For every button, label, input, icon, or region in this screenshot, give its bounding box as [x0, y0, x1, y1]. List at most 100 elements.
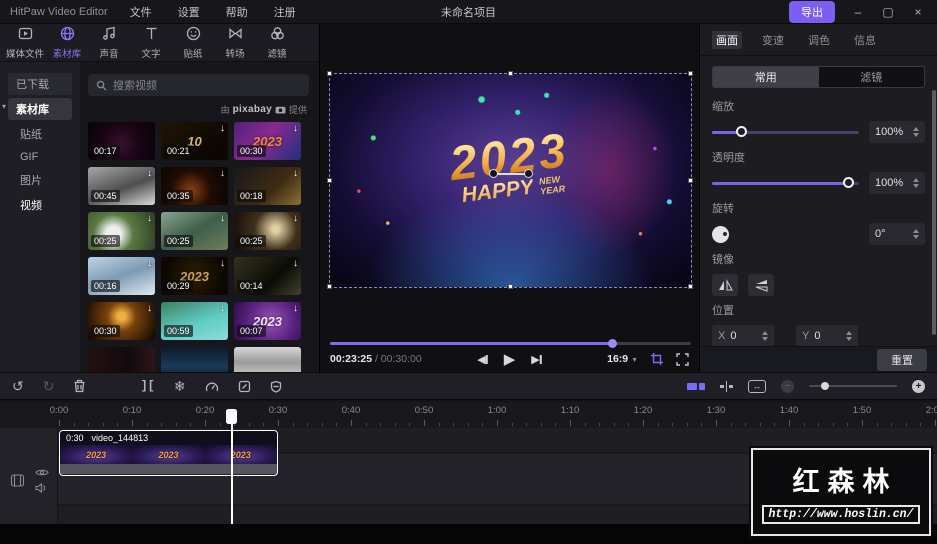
download-icon[interactable]: ↓: [147, 213, 152, 224]
video-thumbnail[interactable]: 10 ↓ 00:21: [161, 122, 228, 160]
maximize-button[interactable]: ▢: [881, 5, 895, 19]
menu-item-3[interactable]: 注册: [274, 4, 296, 20]
video-thumbnail-partial[interactable]: [88, 347, 155, 372]
eye-icon[interactable]: [34, 468, 49, 477]
undo-button[interactable]: ↺: [12, 379, 24, 393]
subtab-1[interactable]: 滤镜: [819, 67, 925, 87]
previous-frame-button[interactable]: ◀: [477, 353, 488, 366]
properties-tab-1[interactable]: 变速: [758, 31, 788, 49]
spinner-arrows-icon[interactable]: [846, 331, 852, 341]
download-icon[interactable]: ↓: [293, 123, 298, 134]
fit-timeline-button[interactable]: ↔: [748, 379, 766, 393]
mosaic-button[interactable]: [270, 380, 282, 393]
download-icon[interactable]: ↓: [147, 258, 152, 269]
video-thumbnail[interactable]: 2023 ↓ 00:29: [161, 257, 228, 295]
timeline-clip[interactable]: 0:30 video_144813 2023 2023 2023: [59, 430, 278, 476]
video-thumbnail[interactable]: 00:17: [88, 122, 155, 160]
track-view-toggle[interactable]: [686, 382, 705, 390]
spinner-arrows-icon[interactable]: [913, 229, 919, 239]
clip-transform-handles[interactable]: [488, 169, 533, 179]
flip-horizontal-button[interactable]: [712, 274, 738, 296]
timeline-zoom-in-button[interactable]: +: [912, 379, 925, 393]
tool-tab-media[interactable]: 媒体文件: [4, 24, 46, 61]
tool-tab-filter[interactable]: 滤镜: [256, 24, 298, 61]
timeline-zoom-out-button[interactable]: −: [781, 379, 794, 393]
video-thumbnail[interactable]: ↓ 00:30: [88, 302, 155, 340]
video-thumbnail[interactable]: ↓ 00:35: [161, 167, 228, 205]
transform-handle-right[interactable]: [523, 169, 533, 179]
delete-button[interactable]: [73, 379, 86, 393]
sidebar-item-5[interactable]: 视频: [16, 194, 72, 216]
video-thumbnail[interactable]: 2023 ↓ 00:07: [234, 302, 301, 340]
download-icon[interactable]: ↓: [293, 258, 298, 269]
crop-icon[interactable]: [650, 352, 664, 366]
download-icon[interactable]: ↓: [220, 123, 225, 134]
minimize-button[interactable]: –: [851, 5, 865, 19]
download-icon[interactable]: ↓: [220, 168, 225, 179]
speed-button[interactable]: [205, 380, 219, 393]
timeline-ruler[interactable]: 0:00 0:10 0:20 0:30 0:40 0:50 1:00 1:10 1:20 1:30…: [0, 402, 937, 428]
video-thumbnail[interactable]: ↓ 00:25: [161, 212, 228, 250]
rotate-dial[interactable]: [712, 225, 729, 243]
properties-scrollbar[interactable]: [932, 90, 936, 335]
video-thumbnail[interactable]: ↓ 00:45: [88, 167, 155, 205]
download-icon[interactable]: ↓: [147, 168, 152, 179]
opacity-slider[interactable]: [712, 177, 859, 188]
marker-icon[interactable]: [719, 380, 733, 392]
video-thumbnail[interactable]: 2023 ↓ 00:30: [234, 122, 301, 160]
sidebar-item-3[interactable]: GIF: [16, 148, 72, 166]
preview-progress-bar[interactable]: [330, 339, 691, 348]
freeze-frame-button[interactable]: ❄: [174, 379, 186, 393]
sidebar-item-0[interactable]: 已下载: [8, 73, 72, 95]
position-y-spinner[interactable]: Y 0: [796, 325, 858, 346]
transform-handle-left[interactable]: [488, 169, 498, 179]
download-icon[interactable]: ↓: [147, 303, 152, 314]
playhead-line[interactable]: [231, 410, 233, 524]
video-thumbnail-partial[interactable]: [161, 347, 228, 372]
tool-tab-transition[interactable]: 转场: [214, 24, 256, 61]
spinner-arrows-icon[interactable]: [762, 331, 768, 341]
tool-tab-sticker[interactable]: 贴纸: [172, 24, 214, 61]
sidebar-item-4[interactable]: 图片: [16, 169, 72, 191]
redo-button[interactable]: ↻: [43, 379, 55, 393]
export-button[interactable]: 导出: [789, 0, 835, 23]
sidebar-item-2[interactable]: 贴纸: [16, 123, 72, 145]
play-button[interactable]: ▶: [504, 350, 516, 368]
spinner-arrows-icon[interactable]: [913, 127, 919, 137]
video-thumbnail-partial[interactable]: [234, 347, 301, 372]
properties-tab-0[interactable]: 画面: [712, 31, 742, 49]
close-button[interactable]: ×: [911, 5, 925, 19]
tool-tab-text[interactable]: 文字: [130, 24, 172, 61]
rotate-value-spinner[interactable]: 0°: [869, 223, 925, 245]
scale-slider[interactable]: [712, 126, 859, 137]
speaker-icon[interactable]: [34, 482, 47, 493]
video-thumbnail[interactable]: ↓ 00:18: [234, 167, 301, 205]
split-button[interactable]: ][: [140, 380, 154, 392]
download-icon[interactable]: ↓: [220, 258, 225, 269]
video-canvas[interactable]: 2023 HAPPY NEW YEAR: [330, 74, 691, 287]
sidebar-item-1[interactable]: ▾ 素材库: [2, 98, 72, 120]
video-thumbnail[interactable]: ↓ 00:25: [234, 212, 301, 250]
download-icon[interactable]: ↓: [293, 213, 298, 224]
video-thumbnail[interactable]: ↓ 00:25: [88, 212, 155, 250]
crop-tool-button[interactable]: [238, 380, 251, 393]
menu-item-1[interactable]: 设置: [178, 4, 200, 20]
download-icon[interactable]: ↓: [293, 168, 298, 179]
timeline-zoom-slider[interactable]: [809, 382, 897, 390]
search-input[interactable]: 搜索视频: [88, 74, 309, 96]
tool-tab-music[interactable]: 声音: [88, 24, 130, 61]
position-x-spinner[interactable]: X 0: [712, 325, 774, 346]
fullscreen-icon[interactable]: [676, 352, 689, 366]
scale-value-spinner[interactable]: 100%: [869, 121, 925, 143]
download-icon[interactable]: ↓: [293, 303, 298, 314]
reset-button[interactable]: 重置: [877, 348, 927, 371]
next-frame-button[interactable]: ▶: [531, 353, 542, 366]
spinner-arrows-icon[interactable]: [913, 178, 919, 188]
menu-item-0[interactable]: 文件: [130, 4, 152, 20]
aspect-ratio-dropdown[interactable]: 16:9 ▼: [607, 353, 638, 365]
download-icon[interactable]: ↓: [220, 303, 225, 314]
video-thumbnail[interactable]: ↓ 00:14: [234, 257, 301, 295]
properties-tab-2[interactable]: 调色: [804, 31, 834, 49]
tool-tab-globe[interactable]: 素材库: [46, 24, 88, 61]
menu-item-2[interactable]: 帮助: [226, 4, 248, 20]
